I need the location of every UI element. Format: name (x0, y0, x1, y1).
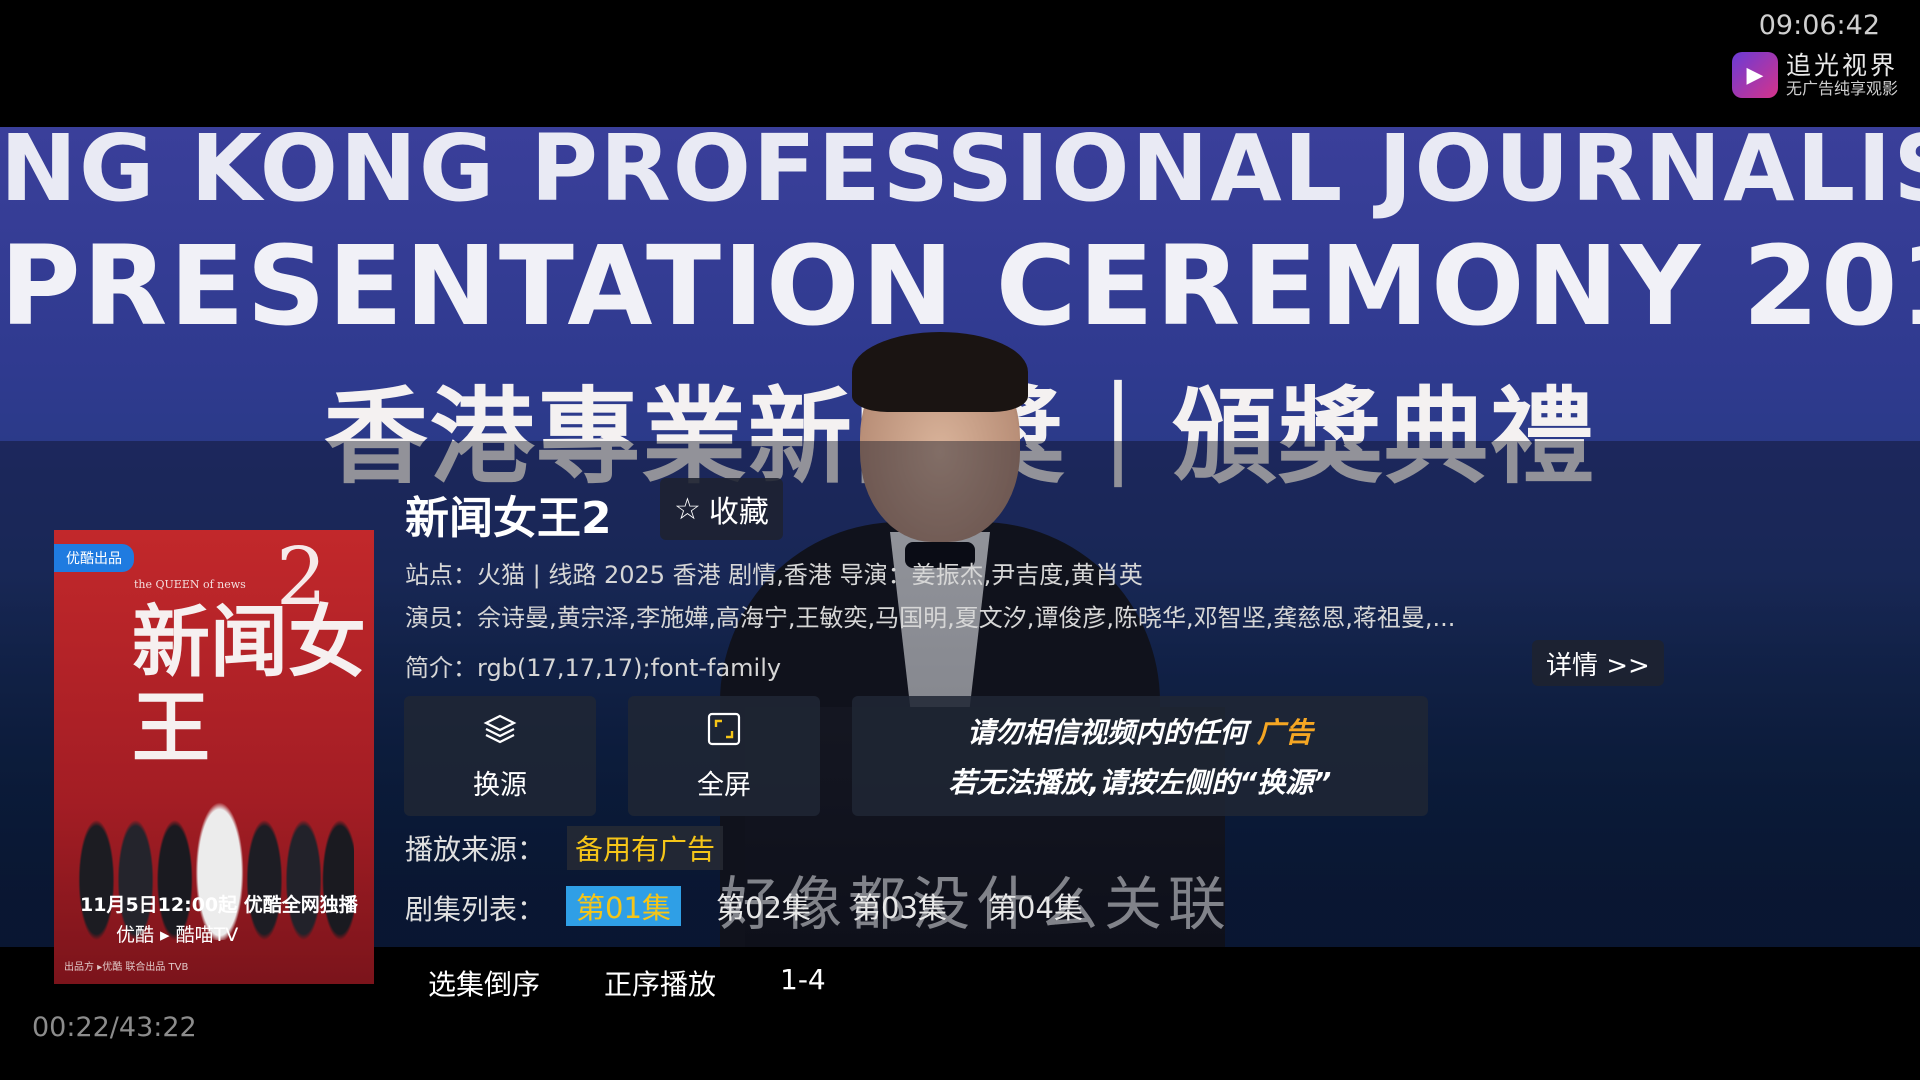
poster-image: 优酷出品 2 the QUEEN of news 新闻女王 11月5日12:00… (54, 530, 374, 984)
forward-play-button[interactable]: 正序播放 (604, 963, 716, 1003)
play-logo-icon: ▶ (1731, 52, 1778, 98)
poster-english-title: the QUEEN of news (134, 578, 246, 591)
meta-cast-line: 演员：佘诗曼,黄宗泽,李施嬅,高海宁,王敏奕,马国明,夏文汐,谭俊彦,陈晓华,邓… (405, 604, 1456, 632)
switch-source-button[interactable]: 换源 (404, 696, 596, 816)
star-outline-icon: ☆ (674, 491, 701, 527)
notice-line1: 请勿相信视频内的任何 (967, 716, 1248, 749)
poster-date: 11月5日12:00起 优酷全网独播 (80, 894, 358, 916)
fullscreen-button[interactable]: 全屏 (628, 696, 820, 816)
favorite-button[interactable]: ☆ 收藏 (660, 478, 783, 540)
clock: 09:06:42 (1758, 10, 1880, 41)
layers-icon (482, 711, 518, 753)
fullscreen-icon (706, 711, 742, 753)
poster-cast-figures (74, 790, 354, 940)
playback-timecode: 00:22/43:22 (32, 1012, 197, 1043)
show-title: 新闻女王2 (405, 493, 612, 544)
ad-warning-notice: 请勿相信视频内的任何 广告 若无法播放,请按左侧的“换源” (852, 696, 1428, 816)
switch-source-label: 换源 (473, 769, 527, 801)
meta-site-line: 站点：火猫 | 线路 2025 香港 剧情,香港 导演：姜振杰,尹吉度,黄肖英 (405, 561, 1143, 589)
poster-platform: 优酷 ▸ 酷喵TV (116, 924, 239, 946)
poster-badge: 优酷出品 (54, 544, 134, 572)
poster-title-art: 新闻女王 (132, 597, 367, 774)
episode-list-label: 剧集列表： (405, 893, 546, 926)
brand-name: 追光视界 (1785, 51, 1898, 81)
play-source-option[interactable]: 备用有广告 (567, 826, 724, 870)
video-banner-line1: NG KONG PROFESSIONAL JOURNALISM AWA (0, 127, 1920, 222)
fullscreen-label: 全屏 (697, 769, 751, 801)
reverse-order-button[interactable]: 选集倒序 (428, 963, 540, 1003)
poster-footer: 出品方 ▸优酷 联合出品 TVB (64, 962, 189, 973)
brand-tagline: 无广告纯享观影 (1785, 78, 1898, 98)
favorite-label: 收藏 (708, 495, 769, 530)
episode-item-02[interactable]: 第02集 (706, 886, 821, 926)
video-banner-line2: PRESENTATION CEREMONY 2016 (0, 222, 1920, 350)
notice-highlight: 广告 (1256, 716, 1313, 749)
brand-logo-block: ▶ 追光视界 无广告纯享观影 (1731, 51, 1898, 98)
notice-line2: 若无法播放,请按左侧的“换源” (948, 766, 1332, 799)
episode-range-tab[interactable]: 1-4 (780, 963, 826, 996)
play-source-label: 播放来源： (405, 833, 546, 866)
episode-item-01[interactable]: 第01集 (566, 886, 681, 926)
episode-item-03[interactable]: 第03集 (842, 886, 957, 926)
details-button[interactable]: 详情 >> (1532, 640, 1664, 686)
episode-item-04[interactable]: 第04集 (978, 886, 1093, 926)
meta-synopsis-line: 简介：rgb(17,17,17);font-family (405, 654, 782, 682)
